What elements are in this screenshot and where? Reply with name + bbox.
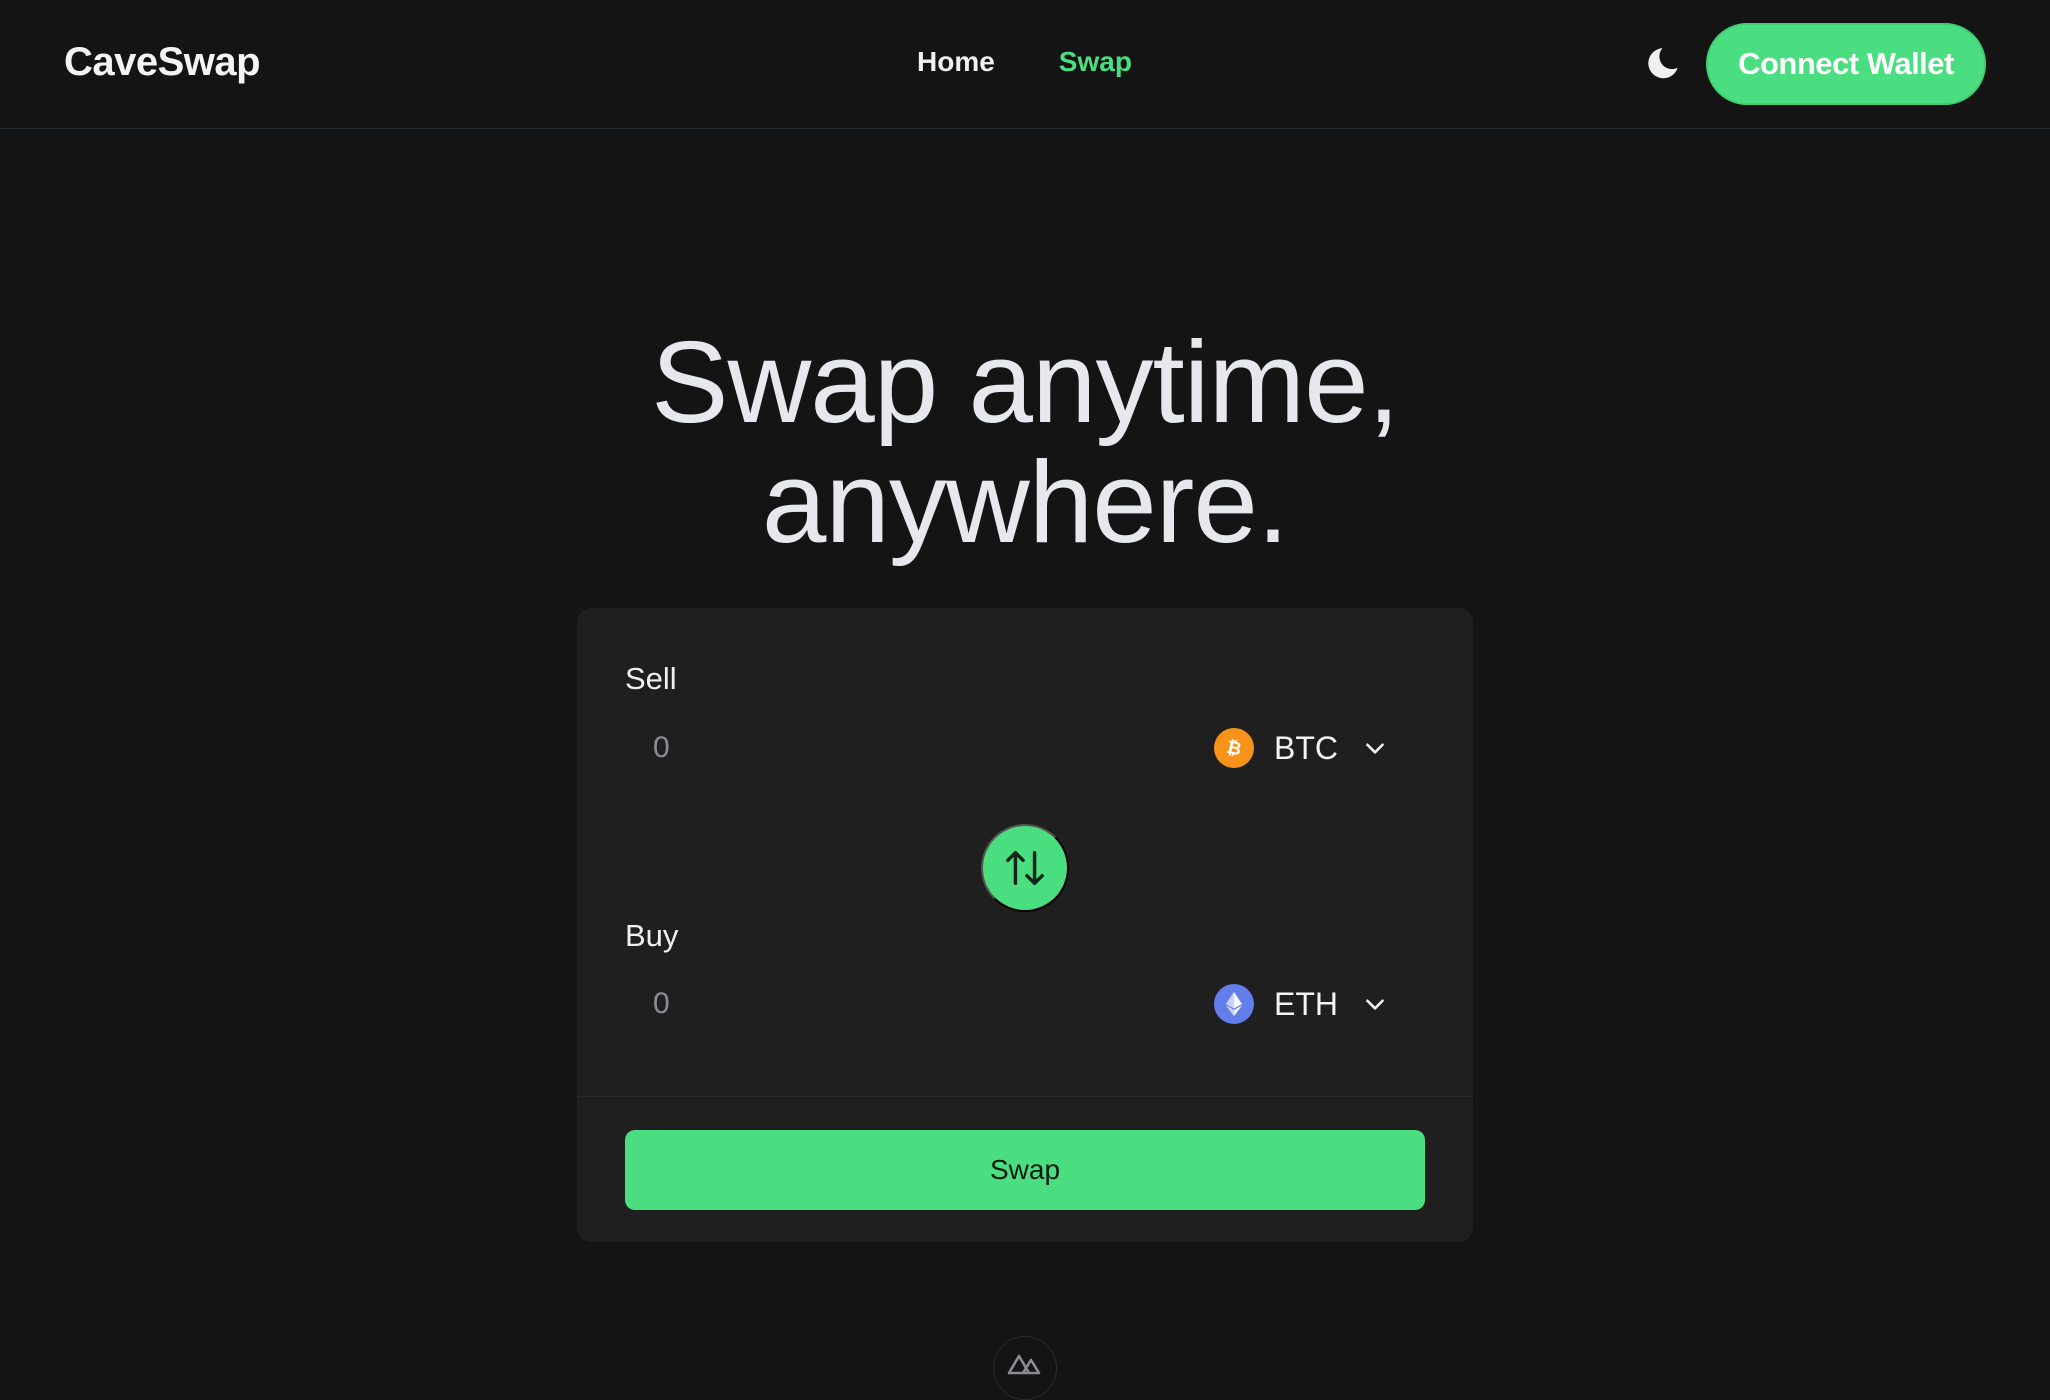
bitcoin-icon: ₿	[1214, 728, 1254, 768]
buy-label: Buy	[625, 918, 679, 953]
buy-token-symbol: ETH	[1274, 985, 1338, 1022]
buy-token-select[interactable]: ETH	[1214, 976, 1404, 1032]
footer-badge[interactable]	[993, 1336, 1057, 1400]
switch-tokens-button[interactable]	[981, 824, 1069, 912]
buy-amount-input[interactable]	[625, 976, 1185, 1032]
swap-form: Sell ₿ BTC Buy	[577, 608, 1473, 1096]
sell-amount-input[interactable]	[625, 720, 1185, 776]
hero-line-1: Swap anytime,	[651, 317, 1400, 447]
hero-line-2: anywhere.	[761, 437, 1289, 567]
chevron-down-icon	[1362, 735, 1388, 761]
sell-token-select[interactable]: ₿ BTC	[1214, 720, 1404, 776]
main-nav: Home Swap	[917, 46, 1132, 78]
top-navbar: CaveSwap Home Swap Connect Wallet	[0, 0, 2050, 129]
sell-label: Sell	[625, 661, 677, 696]
arrows-up-down-icon	[1006, 850, 1044, 886]
nav-swap-link[interactable]: Swap	[1059, 46, 1132, 78]
sell-token-symbol: BTC	[1274, 729, 1338, 766]
swap-card: Sell ₿ BTC Buy	[577, 608, 1473, 1242]
chevron-down-icon	[1362, 991, 1388, 1017]
ethereum-icon	[1214, 984, 1254, 1024]
app-logo[interactable]: CaveSwap	[64, 40, 261, 85]
nav-home-link[interactable]: Home	[917, 46, 995, 78]
swap-submit-button[interactable]: Swap	[625, 1130, 1425, 1210]
svg-text:₿: ₿	[1225, 737, 1244, 760]
moon-icon	[1648, 48, 1678, 79]
theme-toggle-button[interactable]	[1640, 42, 1684, 86]
hero-heading: Swap anytime, anywhere.	[0, 322, 2050, 562]
nuxt-logo-icon	[1007, 1354, 1041, 1375]
card-divider	[577, 1096, 1473, 1097]
connect-wallet-button[interactable]: Connect Wallet	[1706, 23, 1986, 105]
